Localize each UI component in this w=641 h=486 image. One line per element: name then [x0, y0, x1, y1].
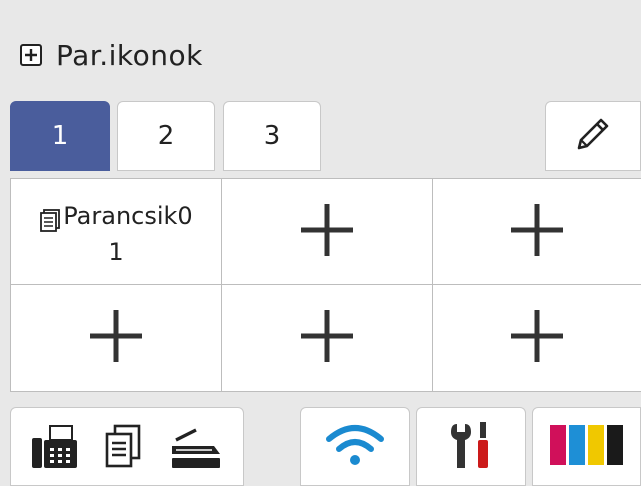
shortcut-label-row: Parancsik0 [39, 201, 193, 237]
add-shortcut-button[interactable] [222, 285, 433, 392]
plus-icon [297, 200, 357, 264]
copy-icon[interactable] [105, 424, 141, 470]
tab-1[interactable]: 1 [10, 101, 110, 171]
pencil-icon [571, 112, 615, 160]
document-icon [39, 208, 61, 237]
tab-label: 1 [51, 121, 69, 151]
add-shortcut-button[interactable] [433, 285, 641, 392]
edit-button[interactable] [545, 101, 641, 171]
shortcut-grid: Parancsik0 1 [10, 178, 641, 392]
function-buttons [10, 407, 244, 486]
plus-icon [507, 200, 567, 264]
fax-icon[interactable] [30, 424, 80, 470]
settings-button[interactable] [416, 407, 526, 486]
tab-label: 3 [263, 121, 281, 151]
add-shortcut-button[interactable] [11, 285, 222, 392]
plus-icon [297, 306, 357, 370]
plus-icon [86, 306, 146, 370]
shortcut-button[interactable]: Parancsik0 1 [11, 179, 222, 285]
scan-icon[interactable] [166, 424, 224, 470]
page-title: Par.ikonok [56, 38, 203, 72]
shortcut-label-line2: 1 [108, 237, 124, 266]
tab-3[interactable]: 3 [223, 101, 321, 171]
tools-icon [447, 420, 495, 474]
ink-button[interactable] [532, 407, 641, 486]
screen-header: Par.ikonok [20, 30, 203, 80]
wifi-icon [325, 423, 385, 471]
ink-icon [548, 423, 626, 471]
tab-label: 2 [157, 121, 175, 151]
add-shortcut-button[interactable] [222, 179, 433, 285]
plus-icon [507, 306, 567, 370]
shortcut-label-line1: Parancsik0 [63, 201, 193, 230]
plus-box-icon [20, 44, 42, 66]
add-shortcut-button[interactable] [433, 179, 641, 285]
wifi-button[interactable] [300, 407, 410, 486]
tab-2[interactable]: 2 [117, 101, 215, 171]
